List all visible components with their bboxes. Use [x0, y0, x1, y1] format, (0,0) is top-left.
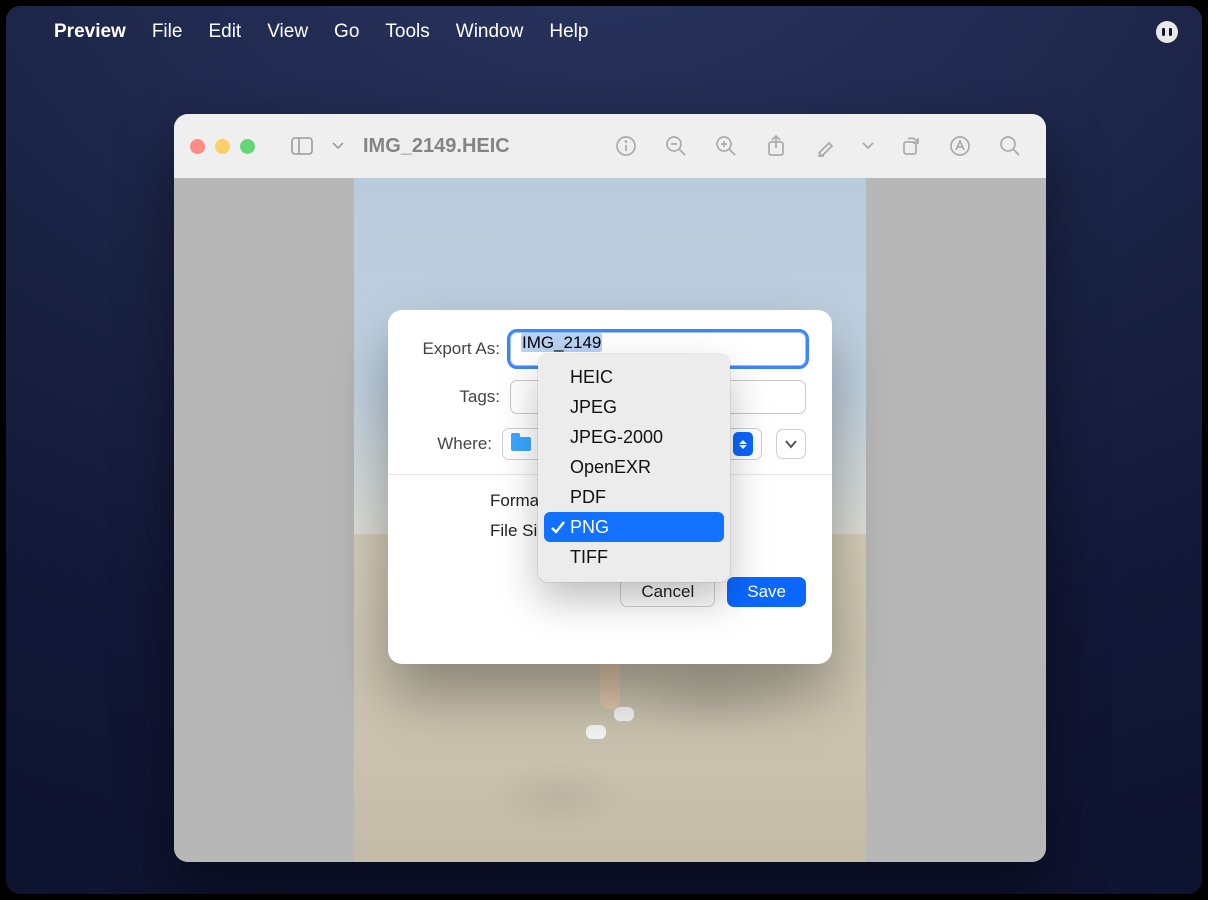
- menu-file[interactable]: File: [152, 21, 183, 43]
- window-title: IMG_2149.HEIC: [363, 135, 510, 158]
- export-as-value: IMG_2149: [521, 333, 602, 352]
- zoom-in-icon[interactable]: [706, 135, 746, 157]
- format-option-jpeg-2000[interactable]: JPEG-2000: [544, 422, 724, 452]
- sidebar-menu-chevron-icon[interactable]: [329, 131, 347, 161]
- share-icon[interactable]: [756, 134, 796, 158]
- format-option-jpeg[interactable]: JPEG: [544, 392, 724, 422]
- highlight-menu-chevron-icon[interactable]: [856, 142, 880, 150]
- checkmark-icon: [550, 519, 566, 535]
- format-option-label: PDF: [570, 487, 606, 508]
- close-window-button[interactable]: [190, 139, 205, 154]
- format-dropdown: HEIC JPEG JPEG-2000 OpenEXR PDF PNG TIFF: [538, 354, 730, 582]
- minimize-window-button[interactable]: [215, 139, 230, 154]
- menu-bar: Preview File Edit View Go Tools Window H…: [6, 6, 1202, 58]
- where-expand-button[interactable]: [776, 429, 806, 459]
- highlight-icon[interactable]: [806, 135, 846, 157]
- format-option-label: OpenEXR: [570, 457, 651, 478]
- format-label: Format: [490, 491, 544, 511]
- format-option-png[interactable]: PNG: [544, 512, 724, 542]
- status-menu-icon[interactable]: [1154, 19, 1180, 45]
- markup-icon[interactable]: [940, 135, 980, 157]
- zoom-window-button[interactable]: [240, 139, 255, 154]
- folder-icon: [511, 437, 531, 451]
- menu-view[interactable]: View: [267, 21, 308, 43]
- rotate-icon[interactable]: [890, 135, 930, 157]
- tags-label: Tags:: [414, 387, 510, 407]
- format-option-heic[interactable]: HEIC: [544, 362, 724, 392]
- sidebar-toggle-button[interactable]: [285, 131, 319, 161]
- format-option-label: JPEG-2000: [570, 427, 663, 448]
- app-menu[interactable]: Preview: [54, 21, 126, 43]
- format-option-openexr[interactable]: OpenEXR: [544, 452, 724, 482]
- export-as-label: Export As:: [414, 339, 510, 359]
- save-button[interactable]: Save: [727, 577, 806, 607]
- format-option-label: HEIC: [570, 367, 613, 388]
- format-option-pdf[interactable]: PDF: [544, 482, 724, 512]
- where-label: Where:: [414, 434, 502, 454]
- zoom-out-icon[interactable]: [656, 135, 696, 157]
- search-icon[interactable]: [990, 135, 1030, 157]
- window-titlebar: IMG_2149.HEIC: [174, 114, 1046, 178]
- where-stepper-icon: [733, 432, 753, 456]
- format-option-label: PNG: [570, 517, 609, 538]
- menu-tools[interactable]: Tools: [385, 21, 429, 43]
- menu-go[interactable]: Go: [334, 21, 359, 43]
- format-option-tiff[interactable]: TIFF: [544, 542, 724, 572]
- format-option-label: TIFF: [570, 547, 608, 568]
- menu-window[interactable]: Window: [456, 21, 524, 43]
- traffic-lights: [190, 139, 255, 154]
- format-option-label: JPEG: [570, 397, 617, 418]
- menu-help[interactable]: Help: [549, 21, 588, 43]
- info-icon[interactable]: [606, 135, 646, 157]
- menu-edit[interactable]: Edit: [208, 21, 241, 43]
